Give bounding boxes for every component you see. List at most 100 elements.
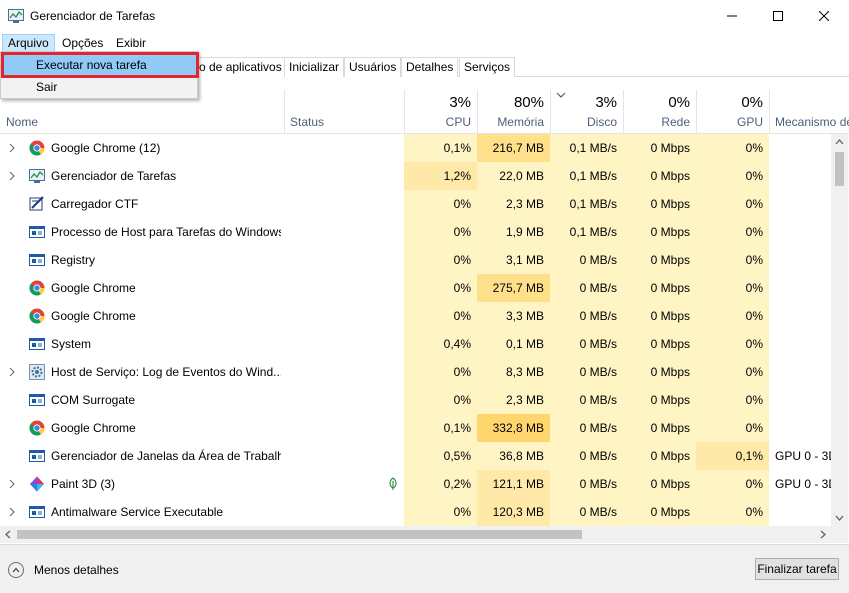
- chevron-right-icon[interactable]: [8, 142, 16, 154]
- scroll-right-icon[interactable]: [820, 530, 826, 539]
- gpu-engine-cell: GPU 0 - 3D: [775, 449, 831, 463]
- disk-cell: 0,1 MB/s: [550, 134, 623, 162]
- cpu-cell: 0,5%: [404, 442, 477, 470]
- tab-servicos[interactable]: Serviços: [459, 57, 516, 77]
- process-row[interactable]: Gerenciador de Janelas da Área de Trabal…: [0, 442, 831, 470]
- tab-detalhes[interactable]: Detalhes: [401, 57, 459, 77]
- network-cell: 0 Mbps: [623, 442, 696, 470]
- cpu-cell: 0%: [404, 302, 477, 330]
- chevron-right-icon[interactable]: [8, 478, 16, 490]
- vertical-scrollbar[interactable]: [831, 134, 848, 526]
- chevron-right-icon[interactable]: [8, 506, 16, 518]
- column-network[interactable]: 0% Rede: [623, 90, 696, 134]
- process-row[interactable]: COM Surrogate 0% 2,3 MB 0 MB/s 0 Mbps 0%: [0, 386, 831, 414]
- chrome-icon: [29, 280, 45, 296]
- process-row[interactable]: Google Chrome 0,1% 332,8 MB 0 MB/s 0 Mbps 0%: [0, 414, 831, 442]
- scroll-left-icon[interactable]: [5, 530, 11, 539]
- scroll-up-icon[interactable]: [835, 139, 844, 145]
- cpu-cell: 0%: [404, 246, 477, 274]
- process-name: Gerenciador de Janelas da Área de Trabal…: [51, 449, 281, 463]
- process-row[interactable]: System 0,4% 0,1 MB 0 MB/s 0 Mbps 0%: [0, 330, 831, 358]
- chevron-right-icon[interactable]: [8, 170, 16, 182]
- column-network-label: Rede: [661, 115, 690, 129]
- gpu-engine-cell: [769, 302, 831, 330]
- column-gpu-engine[interactable]: Mecanismo de: [769, 90, 849, 134]
- task-manager-icon: [8, 9, 24, 23]
- column-cpu[interactable]: 3% CPU: [404, 90, 477, 134]
- gpu-cell: 0%: [696, 498, 769, 526]
- process-row[interactable]: Google Chrome (12) 0,1% 216,7 MB 0,1 MB/s 0 …: [0, 134, 831, 162]
- column-gpu-label: GPU: [736, 115, 763, 129]
- process-row[interactable]: Antimalware Service Executable 0% 120,3 MB…: [0, 498, 831, 526]
- process-row[interactable]: Gerenciador de Tarefas 1,2% 22,0 MB 0,1 MB/…: [0, 162, 831, 190]
- memory-cell: 275,7 MB: [477, 274, 550, 302]
- gpu-engine-cell: [769, 218, 831, 246]
- chrome-icon: [29, 308, 45, 324]
- gpu-cell: 0%: [696, 302, 769, 330]
- memory-cell: 3,1 MB: [477, 246, 550, 274]
- process-row[interactable]: Google Chrome 0% 275,7 MB 0 MB/s 0 Mbps 0%: [0, 274, 831, 302]
- horizontal-scrollbar[interactable]: [0, 526, 848, 543]
- window-process-icon: [29, 224, 45, 240]
- cpu-cell: 0%: [404, 358, 477, 386]
- window-process-icon: [29, 252, 45, 268]
- column-cpu-label: CPU: [445, 115, 471, 129]
- gpu-total-pct: 0%: [741, 94, 763, 111]
- process-row[interactable]: Carregador CTF 0% 2,3 MB 0,1 MB/s 0 Mbps 0%: [0, 190, 831, 218]
- column-status[interactable]: Status: [284, 90, 404, 134]
- vertical-scroll-thumb[interactable]: [835, 152, 844, 186]
- tab-inicializar[interactable]: Inicializar: [284, 57, 345, 77]
- less-details-label: Menos detalhes: [34, 563, 119, 577]
- column-memory-label: Memória: [497, 115, 544, 129]
- process-name: Paint 3D (3): [51, 477, 116, 491]
- disk-cell: 0,1 MB/s: [550, 190, 623, 218]
- tab-historico-aplicativos[interactable]: o de aplicativos: [195, 57, 287, 77]
- column-disk-label: Disco: [586, 115, 617, 129]
- gpu-engine-cell: [769, 358, 831, 386]
- window-process-icon: [29, 336, 45, 352]
- gpu-cell: 0%: [696, 190, 769, 218]
- less-details-button[interactable]: Menos detalhes: [8, 561, 119, 579]
- menu-arquivo[interactable]: Arquivo: [2, 34, 55, 52]
- end-task-button[interactable]: Finalizar tarefa: [755, 558, 839, 580]
- tab-usuarios[interactable]: Usuários: [344, 57, 402, 77]
- network-cell: 0 Mbps: [623, 218, 696, 246]
- column-name-label: Nome: [6, 115, 39, 129]
- gpu-engine-cell: [769, 498, 831, 526]
- column-gpu[interactable]: 0% GPU: [696, 90, 769, 134]
- menu-exibir[interactable]: Exibir: [111, 34, 151, 52]
- column-gpu-engine-label: Mecanismo de: [775, 115, 849, 129]
- minimize-button[interactable]: [709, 0, 755, 32]
- process-name: Carregador CTF: [51, 197, 139, 211]
- process-row[interactable]: Processo de Host para Tarefas do Windows…: [0, 218, 831, 246]
- gpu-cell: 0%: [696, 470, 769, 498]
- column-status-label: Status: [290, 115, 325, 129]
- chevron-right-icon[interactable]: [8, 366, 16, 378]
- memory-cell: 36,8 MB: [477, 442, 550, 470]
- process-name: System: [51, 337, 92, 351]
- gpu-cell: 0%: [696, 414, 769, 442]
- process-row[interactable]: Registry 0% 3,1 MB 0 MB/s 0 Mbps 0%: [0, 246, 831, 274]
- window-process-icon: [29, 392, 45, 408]
- network-cell: 0 Mbps: [623, 246, 696, 274]
- memory-cell: 2,3 MB: [477, 190, 550, 218]
- menu-opcoes[interactable]: Opções: [57, 34, 108, 52]
- scroll-down-icon[interactable]: [835, 515, 844, 521]
- horizontal-scroll-thumb[interactable]: [17, 530, 582, 539]
- maximize-button[interactable]: [755, 0, 801, 32]
- menu-item-sair[interactable]: Sair: [3, 76, 197, 98]
- menu-item-executar-nova-tarefa[interactable]: Executar nova tarefa: [1, 52, 199, 78]
- gpu-engine-cell: [769, 190, 831, 218]
- gpu-cell: 0%: [696, 246, 769, 274]
- process-row[interactable]: Google Chrome 0% 3,3 MB 0 MB/s 0 Mbps 0%: [0, 302, 831, 330]
- disk-cell: 0 MB/s: [550, 414, 623, 442]
- memory-cell: 216,7 MB: [477, 134, 550, 162]
- close-button[interactable]: [801, 0, 847, 32]
- window-title: Gerenciador de Tarefas: [30, 9, 156, 23]
- column-memory[interactable]: 80% Memória: [477, 90, 550, 134]
- process-row[interactable]: Host de Serviço: Log de Eventos do Wind.…: [0, 358, 831, 386]
- process-row[interactable]: Paint 3D (3) 0,2% 121,1 MB 0 MB/s 0 Mbps 0% GP…: [0, 470, 831, 498]
- network-cell: 0 Mbps: [623, 190, 696, 218]
- disk-cell: 0 MB/s: [550, 330, 623, 358]
- network-cell: 0 Mbps: [623, 414, 696, 442]
